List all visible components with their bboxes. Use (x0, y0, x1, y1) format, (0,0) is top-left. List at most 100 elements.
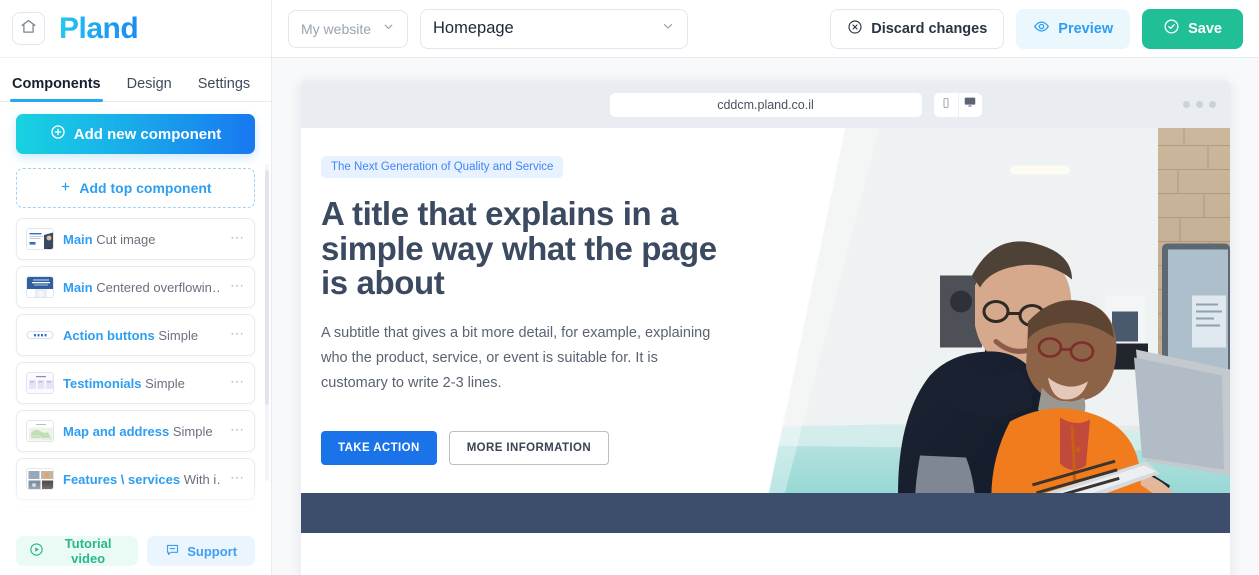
save-button[interactable]: Save (1142, 8, 1243, 49)
tab-design[interactable]: Design (127, 76, 172, 101)
url-input[interactable]: cddcm.pland.co.il (609, 92, 922, 117)
component-thumbnail-centered-overflowing (26, 276, 54, 298)
check-circle-icon (1163, 18, 1180, 39)
window-dot (1209, 101, 1216, 108)
list-item-label: Map and address Simple (63, 424, 221, 439)
home-icon (20, 18, 37, 40)
support-button[interactable]: Support (147, 536, 255, 566)
hero-subtitle[interactable]: A subtitle that gives a bit more detail,… (321, 321, 719, 396)
close-circle-icon (847, 19, 863, 39)
device-toggle-group (933, 92, 982, 117)
components-panel: Add new component Add top component Main… (0, 102, 271, 527)
preview-label: Preview (1058, 20, 1114, 37)
component-name: Features \ services (63, 471, 181, 487)
hero-title[interactable]: A title that explains in a simple way wh… (321, 196, 741, 301)
window-dot (1183, 101, 1190, 108)
tab-settings[interactable]: Settings (198, 76, 250, 101)
list-item-label: Action buttons Simple (63, 328, 221, 343)
main-column: My website Homepage Discard changes Prev… (272, 0, 1259, 575)
component-menu-button[interactable]: ⋯ (230, 374, 245, 389)
add-new-component-label: Add new component (73, 125, 222, 143)
component-thumbnail-cut-image (26, 228, 54, 250)
device-mobile-button[interactable] (934, 93, 958, 117)
component-name: Main (63, 279, 93, 295)
eye-icon (1033, 18, 1050, 39)
list-item-label: Main Cut image (63, 232, 221, 247)
component-name: Action buttons (63, 327, 155, 343)
hero-section[interactable]: The Next Generation of Quality and Servi… (301, 128, 1230, 533)
component-menu-button[interactable]: ⋯ (230, 470, 245, 485)
component-variant: Centered overflowin… (96, 279, 221, 295)
hero-image (760, 128, 1230, 533)
tab-components[interactable]: Components (10, 76, 103, 102)
list-item[interactable]: Testimonials Simple ⋯ (16, 362, 255, 404)
component-thumbnail-testimonials (26, 372, 54, 394)
component-list: Main Cut image ⋯ Main Centered overflowi… (16, 218, 255, 527)
chat-bubble-icon (165, 542, 180, 560)
desktop-icon (963, 95, 977, 114)
discard-changes-button[interactable]: Discard changes (830, 8, 1005, 49)
hero-badge[interactable]: The Next Generation of Quality and Servi… (321, 156, 564, 178)
brand-row: Pland (0, 0, 271, 58)
hero-bottom-bar (301, 493, 1230, 533)
sidebar-footer: Tutorial video Support (0, 527, 271, 575)
component-name: Testimonials (63, 375, 142, 391)
hero-cta-group: TAKE ACTION MORE INFORMATION (321, 431, 741, 466)
component-variant: With i… (183, 471, 221, 487)
component-thumbnail-map-address (26, 420, 54, 442)
component-name: Map and address (63, 423, 170, 439)
component-menu-button[interactable]: ⋯ (230, 230, 245, 245)
device-desktop-button[interactable] (957, 92, 982, 117)
app-root: Pland Components Design Settings Add new… (0, 0, 1259, 575)
play-circle-icon (29, 542, 44, 560)
list-item-partial[interactable] (16, 506, 255, 527)
add-new-component-button[interactable]: Add new component (16, 114, 255, 154)
site-preview: The Next Generation of Quality and Servi… (301, 128, 1230, 575)
window-dots (1183, 101, 1216, 108)
top-toolbar: My website Homepage Discard changes Prev… (272, 0, 1259, 58)
component-menu-button[interactable]: ⋯ (230, 422, 245, 437)
page-selector-value: Homepage (433, 19, 514, 37)
component-thumbnail-features-services (26, 468, 54, 490)
chevron-down-icon (661, 19, 675, 38)
component-thumbnail-partial (26, 516, 54, 527)
support-label: Support (187, 543, 238, 559)
site-selector[interactable]: My website (288, 9, 408, 48)
take-action-button[interactable]: TAKE ACTION (321, 431, 437, 466)
list-item-label: Testimonials Simple (63, 376, 221, 391)
more-information-button[interactable]: MORE INFORMATION (448, 431, 610, 466)
canvas-area: cddcm.pland.co.il The Next Generation of… (272, 58, 1259, 575)
preview-button[interactable]: Preview (1016, 8, 1131, 49)
list-item[interactable]: Action buttons Simple ⋯ (16, 314, 255, 356)
list-item[interactable]: Features \ services With i… ⋯ (16, 458, 255, 500)
hero-text-block: The Next Generation of Quality and Servi… (321, 156, 741, 466)
list-item-label: Main Centered overflowin… (63, 280, 221, 295)
browser-chrome-bar: cddcm.pland.co.il (301, 81, 1230, 128)
component-menu-button[interactable]: ⋯ (230, 278, 245, 293)
list-item-label: Features \ services With i… (63, 472, 221, 487)
add-top-component-button[interactable]: Add top component (16, 168, 255, 208)
chevron-down-icon (382, 20, 395, 38)
tutorial-video-button[interactable]: Tutorial video (16, 536, 139, 566)
plus-circle-icon (50, 124, 66, 144)
sidebar-scrollbar-thumb[interactable] (265, 170, 269, 405)
plus-icon (59, 180, 72, 196)
list-item[interactable]: Map and address Simple ⋯ (16, 410, 255, 452)
site-selector-value: My website (301, 20, 372, 37)
list-item[interactable]: Main Cut image ⋯ (16, 218, 255, 260)
component-menu-button[interactable]: ⋯ (230, 326, 245, 341)
component-variant: Simple (158, 327, 199, 343)
component-name: Main (63, 231, 93, 247)
home-button[interactable] (12, 12, 45, 45)
add-top-component-label: Add top component (79, 180, 212, 196)
tutorial-video-label: Tutorial video (64, 536, 112, 566)
component-variant: Cut image (96, 231, 156, 247)
mobile-icon (940, 96, 952, 114)
window-dot (1196, 101, 1203, 108)
page-selector[interactable]: Homepage (420, 8, 688, 49)
discard-changes-label: Discard changes (871, 20, 988, 37)
left-sidebar: Pland Components Design Settings Add new… (0, 0, 272, 575)
component-variant: Simple (145, 375, 185, 391)
list-item[interactable]: Main Centered overflowin… ⋯ (16, 266, 255, 308)
panel-tabs: Components Design Settings (0, 58, 271, 102)
